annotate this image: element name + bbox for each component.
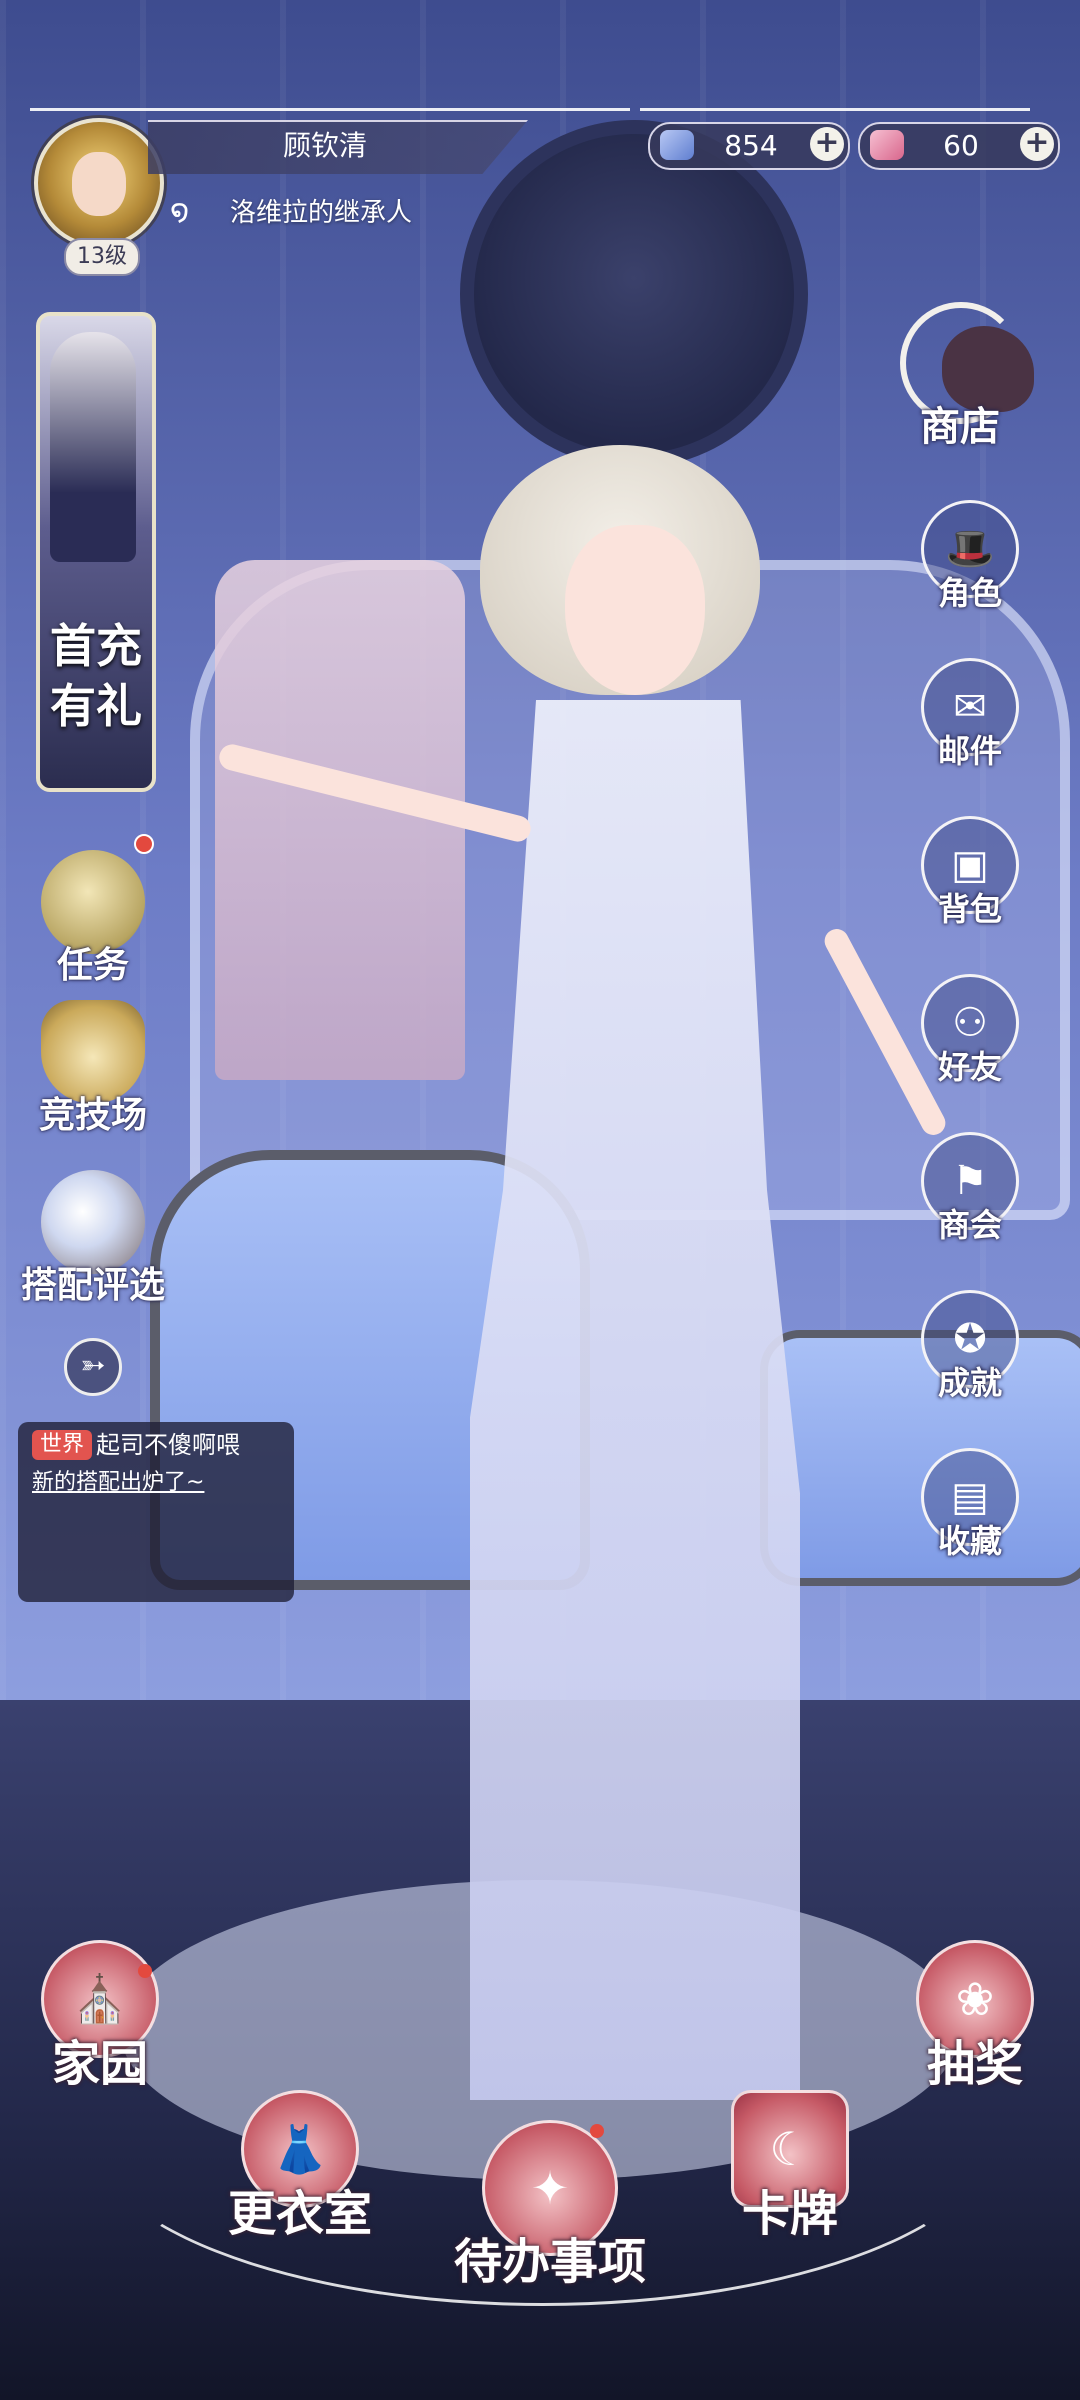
player-name[interactable]: 顾钦清 (150, 120, 500, 172)
chat-username: 起司不傻啊喂 (96, 1431, 240, 1459)
achievement-label: 成就 (937, 1364, 1002, 1402)
shop-label: 商店 (920, 403, 1000, 450)
currency-gem-value: 60 (943, 129, 979, 162)
nav-cards-label: 卡牌 (741, 2186, 838, 2242)
quest-label: 任务 (56, 944, 129, 986)
collection-label: 收藏 (937, 1522, 1002, 1560)
face (565, 525, 705, 695)
guild-label: 商会 (937, 1206, 1002, 1244)
expand-menu-icon[interactable]: ➳ (64, 1338, 122, 1396)
arena-button[interactable]: 竞技场 (18, 1000, 168, 1138)
bag-button[interactable]: ▣ 背包 (918, 816, 1022, 930)
friends-button[interactable]: ⚇ 好友 (918, 974, 1022, 1088)
gem-icon (870, 130, 904, 160)
outfit-vote-button[interactable]: 搭配评选 (18, 1170, 168, 1308)
player-level-badge: 13级 (64, 238, 140, 276)
shop-button[interactable]: 商店 (890, 296, 1056, 450)
header-divider (30, 108, 630, 111)
world-chat-panel[interactable]: 世界 起司不傻啊喂 新的搭配出炉了~ (18, 1422, 294, 1602)
mail-button[interactable]: ✉ 邮件 (918, 658, 1022, 772)
header-divider-right (640, 108, 1030, 111)
guild-button[interactable]: ⚑ 商会 (918, 1132, 1022, 1246)
promo-label: 首充有礼 (50, 619, 142, 733)
home-notification-dot (138, 1964, 152, 1978)
bag-label: 背包 (937, 890, 1002, 928)
currency-crystal-value: 854 (724, 129, 778, 162)
nav-home-label: 家园 (51, 2036, 148, 2092)
promo-portrait (50, 332, 136, 562)
nav-wardrobe-label: 更衣室 (227, 2186, 372, 2242)
add-gem-button[interactable]: + (1020, 127, 1054, 161)
quest-button[interactable]: 任务 (18, 850, 168, 988)
todo-notification-dot (590, 2124, 604, 2138)
quest-notification-dot (134, 834, 154, 854)
arena-label: 竞技场 (38, 1094, 147, 1136)
nav-todo-label: 待办事项 (453, 2234, 646, 2290)
currency-crystal: 854 + (648, 122, 850, 170)
character-button[interactable]: 🎩 角色 (918, 500, 1022, 614)
character-label: 角色 (937, 574, 1002, 612)
nav-gacha-label: 抽奖 (926, 2036, 1023, 2092)
first-recharge-promo[interactable]: 首充有礼 (36, 312, 156, 792)
nav-gacha[interactable]: ❀ 抽奖 (900, 1940, 1050, 2094)
chat-message[interactable]: 新的搭配出炉了~ (32, 1468, 204, 1498)
round-mirror (460, 120, 808, 468)
player-title: 洛维拉的继承人 (230, 198, 413, 228)
avatar-face (72, 152, 126, 216)
nav-home[interactable]: ⛪ 家园 (30, 1940, 170, 2094)
outfit-vote-label: 搭配评选 (20, 1264, 165, 1306)
nav-wardrobe[interactable]: 👗 更衣室 (220, 2090, 380, 2244)
chat-channel-badge: 世界 (32, 1430, 93, 1460)
add-crystal-button[interactable]: + (810, 127, 844, 161)
collection-button[interactable]: ▤ 收藏 (918, 1448, 1022, 1562)
friends-label: 好友 (937, 1048, 1002, 1086)
currency-gem: 60 + (858, 122, 1060, 170)
drapery (215, 560, 465, 1080)
achievement-button[interactable]: ✪ 成就 (918, 1290, 1022, 1404)
nav-todo[interactable]: ✦ 待办事项 (440, 2120, 660, 2292)
mail-label: 邮件 (937, 732, 1002, 770)
nav-cards[interactable]: ☾ 卡牌 (720, 2090, 860, 2244)
title-ornament-icon: ໑ (170, 194, 190, 229)
crystal-icon (660, 130, 694, 160)
player-avatar[interactable] (34, 118, 164, 248)
